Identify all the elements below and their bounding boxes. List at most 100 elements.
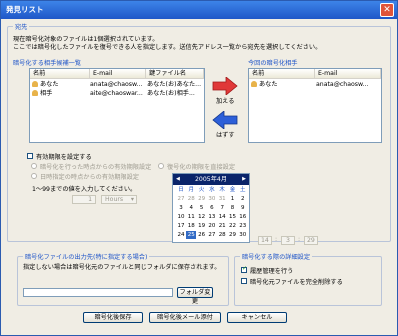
add-label[interactable]: 加える (216, 96, 234, 105)
expiry-radio-1[interactable] (31, 163, 37, 169)
calendar-day[interactable]: 14 (217, 213, 227, 221)
title-bar: 発見リスト ✕ (1, 1, 397, 19)
second-input[interactable]: 29 (304, 236, 318, 245)
expiry-checkbox-label: 有効期限を設定する (36, 154, 92, 161)
prev-month-icon[interactable]: ◀ (176, 174, 180, 185)
next-month-icon[interactable]: ▶ (242, 174, 246, 185)
col-email[interactable]: E-mail (315, 69, 381, 79)
expiry-radio-2[interactable] (31, 173, 37, 179)
user-icon (32, 90, 38, 96)
calendar-day[interactable]: 18 (186, 222, 196, 230)
calendar-header: ◀ 2005年4月 ▶ (173, 174, 249, 185)
output-group-title: 暗号化ファイルの出力先(特に指定する場合) (23, 252, 150, 261)
calendar-weekday: 金 (229, 187, 236, 193)
calendar-day[interactable]: 29 (197, 195, 207, 203)
chevron-down-icon: ▾ (130, 196, 134, 203)
window-title: 発見リスト (6, 5, 44, 14)
calendar-day[interactable]: 10 (176, 213, 186, 221)
candidate-keyfile: あなた(お)相手... (147, 90, 195, 97)
calendar-day[interactable]: 6 (207, 204, 217, 212)
calendar-day[interactable]: 8 (228, 204, 238, 212)
add-arrow-icon[interactable] (212, 77, 238, 95)
calendar-day[interactable]: 31 (217, 195, 227, 203)
time-sep-1: : (275, 236, 278, 243)
calendar-day[interactable]: 21 (217, 222, 227, 230)
calendar-day[interactable]: 29 (228, 231, 238, 239)
col-name[interactable]: 名前 (249, 69, 315, 79)
col-email[interactable]: E-mail (90, 69, 146, 79)
calendar-weekday: 土 (240, 187, 246, 193)
calendar-day[interactable]: 24 (176, 231, 186, 239)
hour-input[interactable]: 14 (258, 236, 272, 245)
calendar-day[interactable]: 28 (217, 231, 227, 239)
delete-original-checkbox[interactable] (241, 278, 247, 284)
calendar-day[interactable]: 22 (228, 222, 238, 230)
candidate-email: aite@chaoswar... (90, 90, 143, 97)
expiry-unit-select[interactable]: Hours ▾ (101, 195, 137, 204)
calendar-day[interactable]: 11 (186, 213, 196, 221)
calendar-day[interactable]: 19 (197, 222, 207, 230)
calendar-weekday: 月 (188, 187, 195, 193)
calendar-day[interactable]: 28 (186, 195, 196, 203)
detail-group-title: 暗号化する際の詳細設定 (240, 252, 313, 261)
calendar-day[interactable]: 7 (217, 204, 227, 212)
calendar-day[interactable]: 25 (186, 231, 197, 239)
candidate-keyfile: あなた(お)あなた... (147, 81, 202, 88)
save-button[interactable]: 暗号化後保存 (83, 312, 143, 323)
calendar-day[interactable]: 1 (228, 195, 238, 203)
recipients-group-title: 宛先 (13, 22, 30, 31)
list-item[interactable]: あなた (251, 80, 315, 89)
current-email: anata@chaosw... (316, 81, 369, 88)
candidates-title: 暗号化する相手候補一覧 (13, 60, 82, 67)
calendar-day[interactable]: 15 (228, 213, 238, 221)
remove-label[interactable]: はずす (216, 130, 235, 139)
list-item[interactable]: 相手 (32, 89, 90, 98)
calendar-day[interactable]: 16 (238, 213, 248, 221)
calendar-day[interactable]: 4 (186, 204, 196, 212)
candidates-list[interactable]: 名前 E-mail 鍵ファイル名 あなた anata@chaosw... あなた… (29, 68, 205, 143)
user-icon (251, 81, 257, 87)
calendar-day[interactable]: 17 (176, 222, 186, 230)
expiry-number-input[interactable]: 1 (72, 195, 96, 204)
current-title: 今回の暗号化相手 (248, 60, 298, 67)
calendar-day[interactable]: 20 (207, 222, 217, 230)
time-sep-2: : (298, 236, 301, 243)
col-name[interactable]: 名前 (30, 69, 90, 79)
calendar-day[interactable]: 30 (207, 195, 217, 203)
recipients-desc-2: ここでは暗号化したファイルを復号できる人を指定します。送信先アドレス一覧から宛先… (13, 44, 322, 51)
calendar-day[interactable]: 23 (238, 222, 248, 230)
cancel-button[interactable]: キャンセル (227, 312, 287, 323)
folder-change-button[interactable]: フォルダ変更 (177, 287, 213, 305)
history-checkbox-label: 履歴管理を行う (250, 268, 294, 275)
mail-attach-button[interactable]: 暗号化後メール添付 (149, 312, 221, 323)
minute-input[interactable]: 3 (281, 236, 295, 245)
expiry-radio-1-label: 暗号化を行った時点からの有効期限設定 (40, 164, 152, 171)
calendar-weekday: 水 (209, 187, 215, 193)
calendar-day[interactable]: 5 (197, 204, 207, 212)
expiry-radio-3[interactable] (158, 163, 164, 169)
expiry-radio-2-label: 日時指定の時点からの有効期限設定 (40, 174, 139, 181)
calendar-day[interactable]: 3 (176, 204, 186, 212)
calendar-day[interactable]: 27 (176, 195, 186, 203)
output-path-input[interactable] (23, 288, 173, 297)
date-picker-calendar[interactable]: ◀ 2005年4月 ▶ 日月火水木金土 27 28 29 30 31 1 2 3 4 5 6 7 8 9 10… (172, 173, 250, 243)
calendar-day[interactable]: 30 (238, 231, 248, 239)
col-keyfile[interactable]: 鍵ファイル名 (146, 69, 204, 79)
calendar-day[interactable]: 9 (238, 204, 248, 212)
calendar-day[interactable]: 13 (207, 213, 217, 221)
calendar-day[interactable]: 26 (197, 231, 207, 239)
close-icon[interactable]: ✕ (380, 3, 394, 17)
history-checkbox[interactable] (241, 265, 247, 273)
user-icon (32, 81, 38, 87)
output-desc: 指定しない場合は暗号化元のファイルと同じフォルダに保存されます。 (23, 264, 221, 271)
calendar-weekday: 火 (198, 187, 205, 193)
delete-original-checkbox-label: 暗号化元ファイルを完全削除する (250, 279, 343, 286)
calendar-day[interactable]: 2 (238, 195, 248, 203)
expiry-checkbox[interactable] (27, 153, 33, 159)
list-item[interactable]: あなた (32, 80, 90, 89)
calendar-day[interactable]: 12 (197, 213, 207, 221)
remove-arrow-icon[interactable] (212, 111, 238, 129)
current-list[interactable]: 名前 E-mail あなた anata@chaosw... (248, 68, 382, 143)
calendar-day[interactable]: 27 (207, 231, 217, 239)
calendar-weekday: 木 (219, 187, 225, 193)
